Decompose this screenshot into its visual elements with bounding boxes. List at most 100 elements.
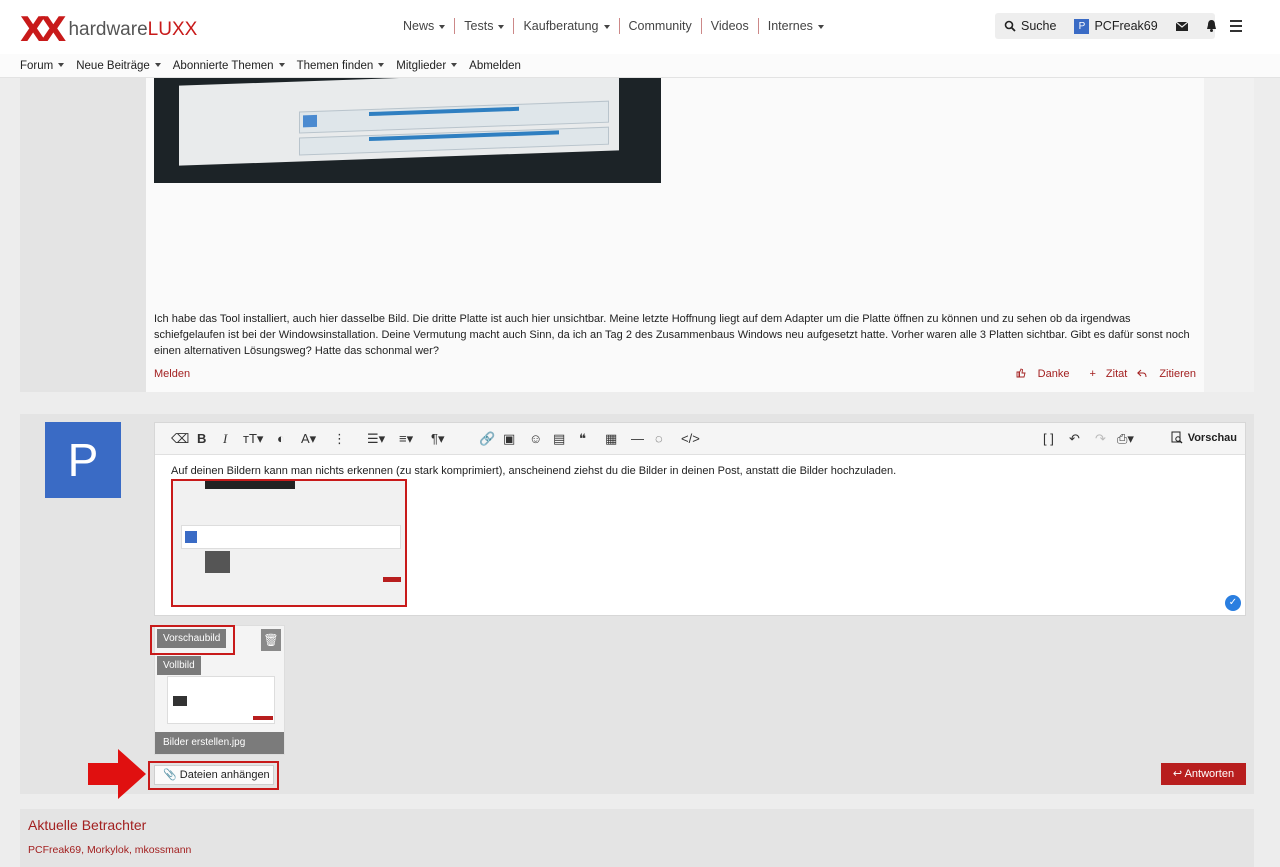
hamburger-menu-icon[interactable]: [1230, 20, 1242, 35]
nav-videos[interactable]: Videos: [700, 18, 758, 34]
media-icon[interactable]: ▤: [553, 431, 565, 447]
search-icon: [1004, 20, 1016, 32]
paragraph-icon[interactable]: ¶▾: [431, 431, 445, 447]
chevron-down-icon: [154, 63, 161, 68]
italic-icon[interactable]: I: [223, 431, 227, 447]
bold-icon[interactable]: B: [197, 431, 206, 447]
logo-text: hardwareLUXX: [68, 19, 197, 41]
viewers-list[interactable]: PCFreak69, Morkylok, mkossmann: [28, 844, 191, 856]
logo-text-a: hardware: [68, 19, 148, 40]
account-button[interactable]: P PCFreak69: [1065, 13, 1166, 39]
report-link[interactable]: Melden: [154, 368, 190, 380]
subnav-logout[interactable]: Abmelden: [463, 60, 527, 72]
nav-tests[interactable]: Tests: [454, 18, 513, 34]
more-vertical-icon[interactable]: ⋮: [333, 431, 346, 447]
eraser-icon[interactable]: ⌫: [171, 431, 189, 447]
subnav-find-threads[interactable]: Themen finden: [291, 60, 391, 72]
embedded-image[interactable]: [171, 479, 407, 607]
avatar: P: [45, 422, 121, 498]
nav-news-label: News: [403, 19, 435, 33]
subnav-watched-threads-label: Abonnierte Themen: [172, 59, 274, 72]
code-icon[interactable]: </>: [681, 431, 700, 447]
chevron-down-icon: [278, 63, 285, 68]
preview-icon: [1171, 431, 1183, 444]
like-button[interactable]: Danke: [1016, 368, 1070, 380]
insert-fullsize-button[interactable]: Vollbild: [157, 656, 201, 675]
avatar: P: [1074, 18, 1090, 34]
font-size-icon[interactable]: тT▾: [243, 431, 263, 447]
search-button[interactable]: Suche: [995, 13, 1065, 39]
subnav-members-label: Mitglieder: [396, 59, 447, 72]
post-photo[interactable]: [154, 78, 661, 183]
plus-icon: +: [1089, 368, 1096, 380]
drafts-icon[interactable]: ⎙▾: [1117, 431, 1134, 447]
search-label: Suche: [1021, 19, 1057, 33]
chevron-down-icon: [439, 24, 446, 29]
post-user-column: [20, 78, 146, 392]
red-arrow-annotation: [88, 749, 146, 799]
checkmark-icon: ✓: [1225, 595, 1241, 611]
spoiler-icon[interactable]: ◌: [655, 431, 663, 447]
undo-icon[interactable]: ↶: [1069, 431, 1080, 447]
align-icon[interactable]: ≡▾: [399, 431, 413, 447]
thumbs-up-icon: [1016, 368, 1026, 378]
alerts-button[interactable]: [1197, 13, 1226, 39]
list-icon[interactable]: ☰▾: [367, 431, 385, 447]
chevron-down-icon: [378, 63, 385, 68]
reply-submit-label: Antworten: [1184, 768, 1235, 780]
attachment-filename: Bilder erstellen.jpg: [155, 732, 284, 754]
embedded-screenshot-graphic: [205, 481, 295, 489]
site-header: XX hardwareLUXX News Tests Kaufberatung …: [0, 0, 1280, 54]
reply-quote-button[interactable]: Zitieren: [1137, 368, 1196, 380]
nav-tests-label: Tests: [464, 19, 494, 33]
nav-community[interactable]: Community: [618, 18, 701, 34]
subnav-find-threads-label: Themen finden: [296, 59, 374, 72]
subnav-forum[interactable]: Forum: [14, 60, 70, 72]
font-family-icon[interactable]: A▾: [301, 431, 316, 447]
palette-icon[interactable]: ◐: [277, 431, 285, 447]
quote-label: Zitat: [1105, 368, 1128, 380]
reply-icon: ↩: [1172, 768, 1183, 780]
nav-news[interactable]: News: [394, 18, 454, 34]
user-toolbar: Suche P PCFreak69: [995, 13, 1216, 39]
main-nav: News Tests Kaufberatung Community Videos…: [394, 18, 833, 34]
subnav-new-posts[interactable]: Neue Beiträge: [70, 60, 167, 72]
bbcode-toggle-icon[interactable]: [ ]: [1043, 431, 1054, 447]
nav-internes[interactable]: Internes: [757, 18, 833, 34]
chevron-down-icon: [603, 24, 610, 29]
inbox-button[interactable]: [1167, 13, 1197, 39]
post-text: Ich habe das Tool installiert, auch hier…: [154, 313, 1190, 357]
multi-quote-button[interactable]: + Zitat: [1079, 368, 1127, 380]
reply-icon: [1137, 369, 1147, 378]
reply-submit-button[interactable]: ↩ Antworten: [1161, 763, 1246, 785]
trash-icon[interactable]: 🗑: [261, 629, 281, 651]
link-icon[interactable]: 🔗: [479, 431, 495, 447]
horizontal-rule-icon[interactable]: —: [631, 431, 644, 447]
like-label: Danke: [1037, 368, 1070, 380]
reply-quote-label: Zitieren: [1159, 368, 1196, 380]
nav-videos-label: Videos: [710, 19, 749, 33]
preview-label: Vorschau: [1187, 431, 1237, 444]
table-icon[interactable]: ▦: [605, 431, 617, 447]
subnav-new-posts-label: Neue Beiträge: [76, 59, 150, 72]
forum-subnav: Forum Neue Beiträge Abonnierte Themen Th…: [0, 54, 1280, 78]
viewers-title: Aktuelle Betrachter: [28, 817, 147, 833]
preview-button[interactable]: Vorschau: [1171, 431, 1237, 444]
quote-icon[interactable]: ❝: [579, 431, 586, 447]
editor-toolbar: ⌫ B I тT▾ ◐ A▾ ⋮ ☰▾ ≡▾ ¶▾ 🔗 ▣ ☺ ▤ ❝ ▦ — …: [155, 423, 1245, 455]
smiley-icon[interactable]: ☺: [529, 431, 542, 447]
nav-kaufberatung-label: Kaufberatung: [523, 19, 599, 33]
subnav-members[interactable]: Mitglieder: [390, 60, 463, 72]
chevron-down-icon: [451, 63, 458, 68]
subnav-logout-label: Abmelden: [469, 59, 521, 72]
nav-community-label: Community: [628, 19, 692, 33]
image-icon[interactable]: ▣: [503, 431, 515, 447]
subnav-watched-threads[interactable]: Abonnierte Themen: [167, 60, 291, 72]
rich-text-editor[interactable]: ⌫ B I тT▾ ◐ A▾ ⋮ ☰▾ ≡▾ ¶▾ 🔗 ▣ ☺ ▤ ❝ ▦ — …: [154, 422, 1246, 616]
site-logo[interactable]: XX hardwareLUXX: [20, 10, 197, 50]
redo-icon[interactable]: ↷: [1095, 431, 1106, 447]
nav-kaufberatung[interactable]: Kaufberatung: [513, 18, 618, 34]
forum-post: Ich habe das Tool installiert, auch hier…: [20, 78, 1254, 392]
highlight-box: [148, 761, 279, 790]
post-right-gutter: [1204, 78, 1254, 392]
